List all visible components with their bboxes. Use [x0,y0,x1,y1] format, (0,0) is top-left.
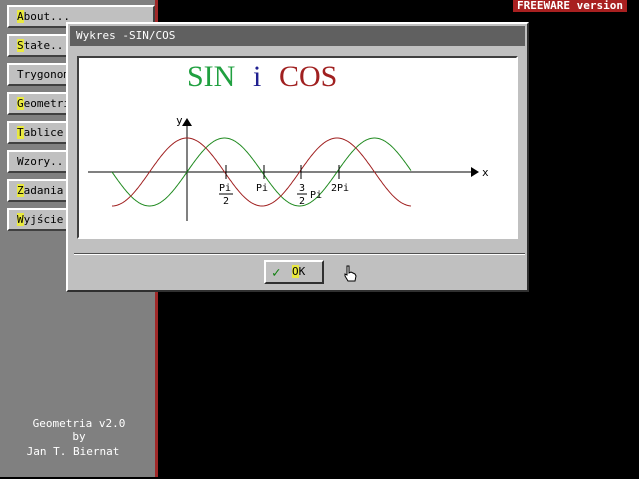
dialog-separator [74,253,525,255]
svg-text:2: 2 [299,196,305,207]
hotkey: W [17,213,24,226]
menu-item-label: zory... [23,155,70,168]
tick-label-pi: Pi [256,183,268,194]
menu-item-label: adania [23,184,64,197]
chart-title-cos: COS [279,60,337,93]
menu-item-label: bout... [23,10,70,23]
chart-title-i: i [253,60,261,93]
credits-app-name: Geometria v2.0 [32,417,126,430]
y-axis-label: y [176,114,183,127]
hotkey: S [17,39,24,52]
hotkey: Z [17,184,24,197]
svg-text:Pi: Pi [219,183,231,194]
ok-button-text: K [298,265,306,278]
chart-dialog: Wykres -SIN/COS SIN i COS x y Pi 2 Pi 3 … [66,22,529,292]
hotkey: A [17,10,24,23]
chart-title-sin: SIN [187,60,235,93]
credits-by: by [72,430,86,443]
hand-cursor-icon [344,265,357,282]
tick-label-pi-half: Pi 2 [219,183,233,207]
check-icon: ✓ [272,265,281,281]
y-axis-arrow [182,118,192,126]
menu-item-label: tałe... [23,39,70,52]
x-axis-arrow [471,167,479,177]
hotkey: O [292,265,299,278]
hotkey: W [17,155,24,168]
hotkey: T [17,68,24,81]
hotkey: G [17,97,24,110]
sin-cos-chart: SIN i COS x y Pi 2 Pi 3 2 Pi 2Pi [88,60,489,221]
tick-label-two-pi: 2Pi [331,183,349,194]
x-axis-label: x [482,166,489,179]
svg-text:3: 3 [299,183,305,194]
ok-button-label: OK [292,262,305,282]
credits-author: Jan T. Biernat [26,445,120,458]
freeware-banner: FREEWARE version [513,0,627,12]
chart-frame: SIN i COS x y Pi 2 Pi 3 2 Pi 2Pi [77,56,518,239]
hotkey: T [17,126,24,139]
menu-item-label: yjście [23,213,64,226]
dialog-title[interactable]: Wykres -SIN/COS [70,26,525,46]
ok-button[interactable]: ✓ OK [264,260,324,284]
svg-text:Pi: Pi [310,190,322,201]
svg-text:2: 2 [223,196,229,207]
menu-item-label: ablice [23,126,64,139]
